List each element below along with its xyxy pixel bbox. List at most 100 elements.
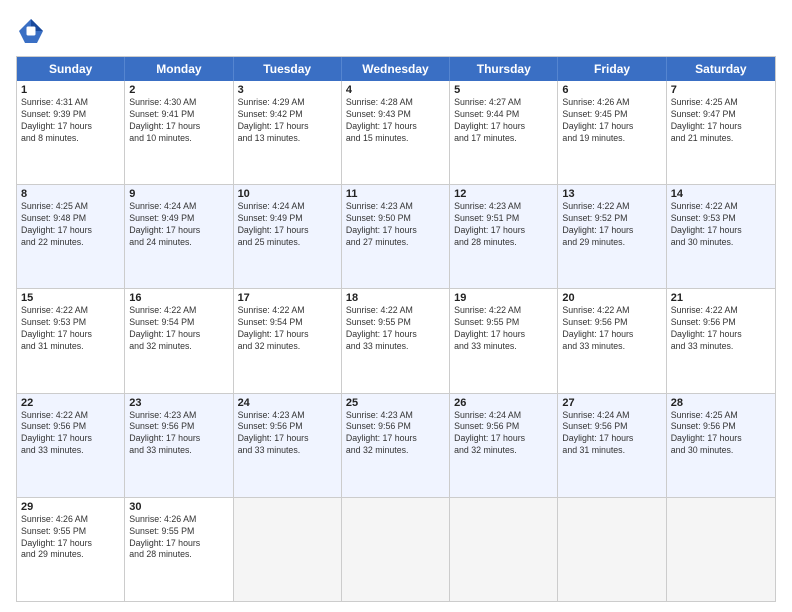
day-number: 3 xyxy=(238,84,337,96)
day-cell-17: 17Sunrise: 4:22 AM Sunset: 9:54 PM Dayli… xyxy=(234,289,342,392)
day-info: Sunrise: 4:30 AM Sunset: 9:41 PM Dayligh… xyxy=(129,97,228,145)
day-cell-27: 27Sunrise: 4:24 AM Sunset: 9:56 PM Dayli… xyxy=(558,394,666,497)
calendar-row-1: 1Sunrise: 4:31 AM Sunset: 9:39 PM Daylig… xyxy=(17,81,775,184)
day-cell-10: 10Sunrise: 4:24 AM Sunset: 9:49 PM Dayli… xyxy=(234,185,342,288)
day-number: 28 xyxy=(671,397,771,409)
day-info: Sunrise: 4:26 AM Sunset: 9:55 PM Dayligh… xyxy=(21,514,120,562)
calendar-header: SundayMondayTuesdayWednesdayThursdayFrid… xyxy=(17,57,775,81)
day-number: 4 xyxy=(346,84,445,96)
day-info: Sunrise: 4:22 AM Sunset: 9:54 PM Dayligh… xyxy=(238,305,337,353)
day-info: Sunrise: 4:24 AM Sunset: 9:56 PM Dayligh… xyxy=(454,410,553,458)
day-info: Sunrise: 4:25 AM Sunset: 9:47 PM Dayligh… xyxy=(671,97,771,145)
day-number: 20 xyxy=(562,292,661,304)
day-info: Sunrise: 4:24 AM Sunset: 9:49 PM Dayligh… xyxy=(238,201,337,249)
header-day-wednesday: Wednesday xyxy=(342,57,450,81)
day-number: 29 xyxy=(21,501,120,513)
day-info: Sunrise: 4:26 AM Sunset: 9:45 PM Dayligh… xyxy=(562,97,661,145)
day-number: 18 xyxy=(346,292,445,304)
day-info: Sunrise: 4:31 AM Sunset: 9:39 PM Dayligh… xyxy=(21,97,120,145)
day-info: Sunrise: 4:22 AM Sunset: 9:52 PM Dayligh… xyxy=(562,201,661,249)
day-cell-25: 25Sunrise: 4:23 AM Sunset: 9:56 PM Dayli… xyxy=(342,394,450,497)
day-info: Sunrise: 4:24 AM Sunset: 9:56 PM Dayligh… xyxy=(562,410,661,458)
day-info: Sunrise: 4:22 AM Sunset: 9:54 PM Dayligh… xyxy=(129,305,228,353)
day-cell-26: 26Sunrise: 4:24 AM Sunset: 9:56 PM Dayli… xyxy=(450,394,558,497)
calendar-row-3: 15Sunrise: 4:22 AM Sunset: 9:53 PM Dayli… xyxy=(17,288,775,392)
day-number: 14 xyxy=(671,188,771,200)
day-info: Sunrise: 4:23 AM Sunset: 9:50 PM Dayligh… xyxy=(346,201,445,249)
day-cell-21: 21Sunrise: 4:22 AM Sunset: 9:56 PM Dayli… xyxy=(667,289,775,392)
header-day-thursday: Thursday xyxy=(450,57,558,81)
day-cell-2: 2Sunrise: 4:30 AM Sunset: 9:41 PM Daylig… xyxy=(125,81,233,184)
day-cell-29: 29Sunrise: 4:26 AM Sunset: 9:55 PM Dayli… xyxy=(17,498,125,601)
header-day-friday: Friday xyxy=(558,57,666,81)
day-cell-12: 12Sunrise: 4:23 AM Sunset: 9:51 PM Dayli… xyxy=(450,185,558,288)
day-cell-4: 4Sunrise: 4:28 AM Sunset: 9:43 PM Daylig… xyxy=(342,81,450,184)
day-number: 9 xyxy=(129,188,228,200)
page: SundayMondayTuesdayWednesdayThursdayFrid… xyxy=(0,0,792,612)
day-info: Sunrise: 4:27 AM Sunset: 9:44 PM Dayligh… xyxy=(454,97,553,145)
empty-cell xyxy=(342,498,450,601)
day-info: Sunrise: 4:22 AM Sunset: 9:53 PM Dayligh… xyxy=(671,201,771,249)
day-number: 27 xyxy=(562,397,661,409)
day-info: Sunrise: 4:24 AM Sunset: 9:49 PM Dayligh… xyxy=(129,201,228,249)
day-cell-16: 16Sunrise: 4:22 AM Sunset: 9:54 PM Dayli… xyxy=(125,289,233,392)
day-cell-23: 23Sunrise: 4:23 AM Sunset: 9:56 PM Dayli… xyxy=(125,394,233,497)
day-number: 1 xyxy=(21,84,120,96)
day-info: Sunrise: 4:22 AM Sunset: 9:56 PM Dayligh… xyxy=(671,305,771,353)
logo-icon xyxy=(16,16,46,46)
calendar-body: 1Sunrise: 4:31 AM Sunset: 9:39 PM Daylig… xyxy=(17,81,775,601)
day-info: Sunrise: 4:26 AM Sunset: 9:55 PM Dayligh… xyxy=(129,514,228,562)
day-info: Sunrise: 4:23 AM Sunset: 9:56 PM Dayligh… xyxy=(238,410,337,458)
day-cell-18: 18Sunrise: 4:22 AM Sunset: 9:55 PM Dayli… xyxy=(342,289,450,392)
header-day-monday: Monday xyxy=(125,57,233,81)
day-info: Sunrise: 4:25 AM Sunset: 9:48 PM Dayligh… xyxy=(21,201,120,249)
day-number: 5 xyxy=(454,84,553,96)
day-cell-1: 1Sunrise: 4:31 AM Sunset: 9:39 PM Daylig… xyxy=(17,81,125,184)
day-number: 17 xyxy=(238,292,337,304)
day-cell-5: 5Sunrise: 4:27 AM Sunset: 9:44 PM Daylig… xyxy=(450,81,558,184)
day-number: 26 xyxy=(454,397,553,409)
day-cell-7: 7Sunrise: 4:25 AM Sunset: 9:47 PM Daylig… xyxy=(667,81,775,184)
day-cell-30: 30Sunrise: 4:26 AM Sunset: 9:55 PM Dayli… xyxy=(125,498,233,601)
day-cell-9: 9Sunrise: 4:24 AM Sunset: 9:49 PM Daylig… xyxy=(125,185,233,288)
day-number: 13 xyxy=(562,188,661,200)
day-cell-14: 14Sunrise: 4:22 AM Sunset: 9:53 PM Dayli… xyxy=(667,185,775,288)
day-number: 10 xyxy=(238,188,337,200)
calendar: SundayMondayTuesdayWednesdayThursdayFrid… xyxy=(16,56,776,602)
day-number: 11 xyxy=(346,188,445,200)
header-day-saturday: Saturday xyxy=(667,57,775,81)
day-number: 15 xyxy=(21,292,120,304)
day-cell-22: 22Sunrise: 4:22 AM Sunset: 9:56 PM Dayli… xyxy=(17,394,125,497)
day-info: Sunrise: 4:22 AM Sunset: 9:56 PM Dayligh… xyxy=(21,410,120,458)
empty-cell xyxy=(558,498,666,601)
day-number: 7 xyxy=(671,84,771,96)
day-number: 6 xyxy=(562,84,661,96)
day-number: 25 xyxy=(346,397,445,409)
day-number: 30 xyxy=(129,501,228,513)
day-info: Sunrise: 4:22 AM Sunset: 9:53 PM Dayligh… xyxy=(21,305,120,353)
day-number: 16 xyxy=(129,292,228,304)
empty-cell xyxy=(667,498,775,601)
day-info: Sunrise: 4:23 AM Sunset: 9:56 PM Dayligh… xyxy=(346,410,445,458)
day-number: 19 xyxy=(454,292,553,304)
day-info: Sunrise: 4:28 AM Sunset: 9:43 PM Dayligh… xyxy=(346,97,445,145)
day-info: Sunrise: 4:23 AM Sunset: 9:56 PM Dayligh… xyxy=(129,410,228,458)
header xyxy=(16,16,776,46)
day-info: Sunrise: 4:23 AM Sunset: 9:51 PM Dayligh… xyxy=(454,201,553,249)
day-cell-19: 19Sunrise: 4:22 AM Sunset: 9:55 PM Dayli… xyxy=(450,289,558,392)
day-info: Sunrise: 4:22 AM Sunset: 9:56 PM Dayligh… xyxy=(562,305,661,353)
day-info: Sunrise: 4:22 AM Sunset: 9:55 PM Dayligh… xyxy=(346,305,445,353)
calendar-row-5: 29Sunrise: 4:26 AM Sunset: 9:55 PM Dayli… xyxy=(17,497,775,601)
day-cell-11: 11Sunrise: 4:23 AM Sunset: 9:50 PM Dayli… xyxy=(342,185,450,288)
day-cell-3: 3Sunrise: 4:29 AM Sunset: 9:42 PM Daylig… xyxy=(234,81,342,184)
header-day-tuesday: Tuesday xyxy=(234,57,342,81)
header-day-sunday: Sunday xyxy=(17,57,125,81)
day-number: 24 xyxy=(238,397,337,409)
day-info: Sunrise: 4:29 AM Sunset: 9:42 PM Dayligh… xyxy=(238,97,337,145)
day-number: 2 xyxy=(129,84,228,96)
calendar-row-4: 22Sunrise: 4:22 AM Sunset: 9:56 PM Dayli… xyxy=(17,393,775,497)
day-cell-6: 6Sunrise: 4:26 AM Sunset: 9:45 PM Daylig… xyxy=(558,81,666,184)
day-info: Sunrise: 4:25 AM Sunset: 9:56 PM Dayligh… xyxy=(671,410,771,458)
day-number: 12 xyxy=(454,188,553,200)
day-cell-13: 13Sunrise: 4:22 AM Sunset: 9:52 PM Dayli… xyxy=(558,185,666,288)
